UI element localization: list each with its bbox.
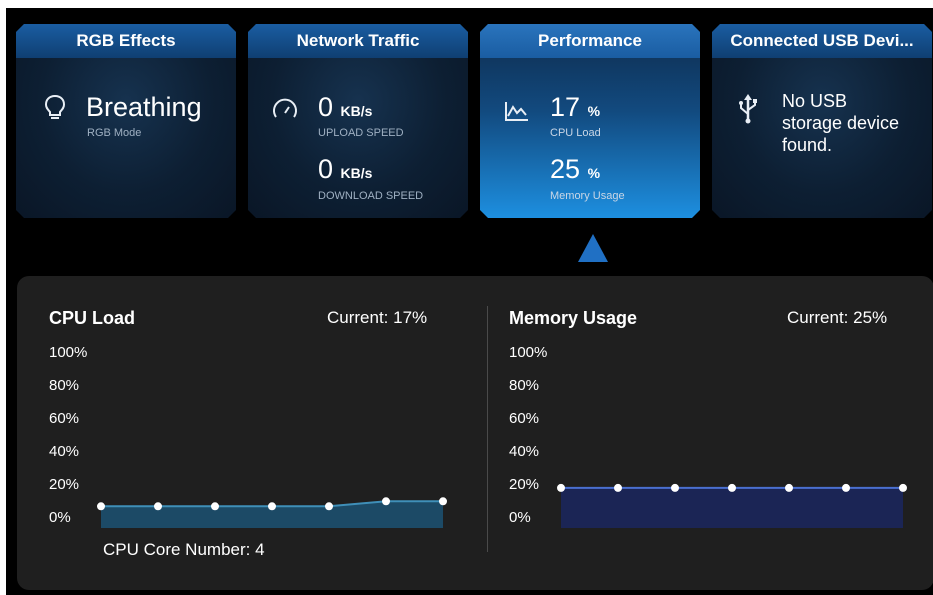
memory-data-point: [785, 483, 793, 492]
usb-devices-card[interactable]: Connected USB Devi... No USB storage dev…: [712, 24, 932, 218]
cpu-y-tick-label: 60%: [49, 410, 80, 427]
card-title: RGB Effects: [16, 24, 236, 58]
cpu-y-tick-label: 0%: [49, 509, 71, 526]
speedometer-icon: [272, 98, 298, 127]
download-speed-value: 0 KB/s: [318, 154, 373, 184]
cpu-data-point: [211, 502, 219, 511]
memory-y-tick-label: 20%: [509, 476, 540, 493]
usb-icon: [738, 94, 758, 129]
line-chart-icon: [504, 100, 530, 127]
memory-current-value: Current: 25%: [787, 308, 888, 327]
memory-y-tick-label: 100%: [509, 344, 548, 361]
network-traffic-card[interactable]: Network Traffic 0 KB/s UPLOAD SPEED 0 KB…: [248, 24, 468, 218]
card-title: Network Traffic: [248, 24, 468, 58]
cpu-data-point: [439, 497, 447, 506]
performance-detail-panel: CPU Load Current: 17% Memory Usage Curre…: [17, 276, 933, 590]
lightbulb-icon: [44, 94, 66, 127]
performance-card[interactable]: Performance 17 % CPU Load 25 % Memory Us…: [480, 24, 700, 218]
memory-usage-value: 25 %: [550, 154, 601, 184]
memory-data-point: [842, 483, 850, 492]
memory-y-tick-label: 40%: [509, 443, 540, 460]
memory-data-point: [671, 483, 679, 492]
memory-chart-title: Memory Usage: [509, 308, 638, 328]
cpu-load-value: 17 %: [550, 92, 601, 122]
card-title: Performance: [480, 24, 700, 58]
cpu-data-point: [382, 497, 390, 506]
cpu-chart-title: CPU Load: [49, 308, 136, 328]
memory-data-point: [614, 483, 622, 492]
cpu-load-chart: [97, 497, 447, 528]
memory-area-fill: [561, 487, 903, 528]
cpu-data-point: [325, 502, 333, 511]
active-card-pointer: [578, 234, 608, 262]
memory-data-point: [899, 483, 907, 492]
cpu-y-tick-label: 40%: [49, 443, 80, 460]
cpu-current-value: Current: 17%: [327, 308, 428, 327]
memory-y-tick-label: 60%: [509, 410, 540, 427]
cpu-data-point: [154, 502, 162, 511]
memory-y-tick-label: 80%: [509, 377, 540, 394]
panel-divider: [487, 306, 488, 552]
memory-usage-chart: [557, 483, 907, 528]
memory-usage-caption: Memory Usage: [550, 190, 625, 202]
upload-speed-value: 0 KB/s: [318, 92, 373, 122]
cpu-core-number: CPU Core Number: 4: [103, 540, 265, 559]
memory-data-point: [728, 483, 736, 492]
memory-data-point: [557, 483, 565, 492]
card-title: Connected USB Devi...: [712, 24, 932, 58]
cpu-y-tick-label: 100%: [49, 344, 88, 361]
cpu-data-point: [268, 502, 276, 511]
upload-speed-caption: UPLOAD SPEED: [318, 127, 404, 139]
cpu-load-caption: CPU Load: [550, 127, 601, 139]
rgb-mode-value: Breathing: [86, 92, 202, 122]
memory-y-tick-label: 0%: [509, 509, 531, 526]
cpu-y-tick-label: 20%: [49, 476, 80, 493]
usb-status-message: No USB storage device found.: [782, 91, 900, 155]
rgb-mode-caption: RGB Mode: [87, 127, 142, 139]
download-speed-caption: DOWNLOAD SPEED: [318, 190, 424, 202]
cpu-y-tick-label: 80%: [49, 377, 80, 394]
rgb-effects-card[interactable]: RGB Effects Breathing RGB Mode: [16, 24, 236, 218]
dashboard-frame: RGB Effects Breathing RGB Mode Network T…: [6, 8, 933, 595]
cpu-data-point: [97, 502, 105, 511]
